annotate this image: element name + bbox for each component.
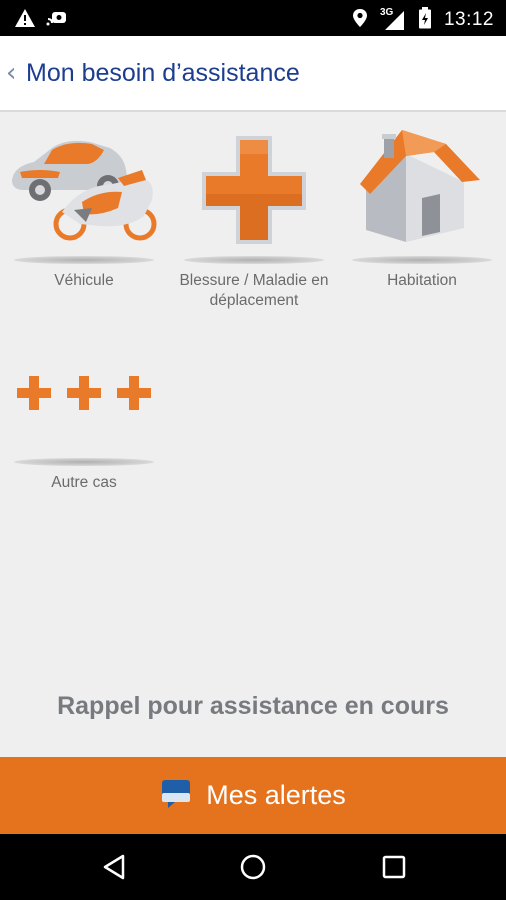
status-bar: 3G 13:12 (0, 0, 506, 36)
category-label: Habitation (387, 272, 457, 289)
chat-bubble-icon (160, 778, 192, 814)
tile-shadow (14, 458, 154, 466)
three-crosses-icon (17, 376, 151, 410)
battery-icon (418, 7, 432, 33)
page-title: Mon besoin d’assistance (26, 58, 300, 87)
home-icon (240, 854, 266, 880)
system-nav-bar (0, 834, 506, 900)
alerts-label: Mes alertes (206, 780, 346, 810)
category-label: Blessure / Maladie en déplacement (179, 272, 329, 309)
callback-status-text: Rappel pour assistance en cours (57, 692, 449, 720)
warning-icon (14, 8, 36, 32)
nav-home-button[interactable] (233, 847, 273, 887)
medical-cross-icon (202, 136, 306, 244)
alerts-button[interactable]: Mes alertes (0, 757, 506, 834)
category-other[interactable]: Autre cas (0, 326, 168, 493)
category-grid: Véhicule Blessure / Maladie en déplaceme… (0, 112, 506, 757)
clock-time: 13:12 (443, 9, 494, 30)
tile-shadow (352, 256, 492, 264)
app-bar: ‹ Mon besoin d’assistance (0, 36, 506, 112)
category-label: Autre cas (51, 474, 117, 491)
vehicle-icon (12, 140, 157, 241)
category-medical[interactable]: Blessure / Maladie en déplacement (170, 124, 338, 311)
category-label: Véhicule (54, 272, 114, 289)
location-icon (352, 8, 368, 32)
tile-shadow (14, 256, 154, 264)
tile-shadow (184, 256, 324, 264)
signal-icon: 3G (379, 7, 406, 31)
nav-back-button[interactable] (94, 847, 134, 887)
category-house[interactable]: Habitation (338, 124, 506, 291)
house-icon (360, 130, 480, 242)
cast-icon (46, 8, 70, 32)
network-type-label: 3G (379, 7, 394, 18)
recents-icon (382, 855, 406, 879)
chevron-left-icon[interactable]: ‹ (6, 60, 22, 86)
nav-recents-button[interactable] (374, 847, 414, 887)
category-vehicle[interactable]: Véhicule (0, 124, 168, 291)
back-icon (103, 854, 125, 880)
